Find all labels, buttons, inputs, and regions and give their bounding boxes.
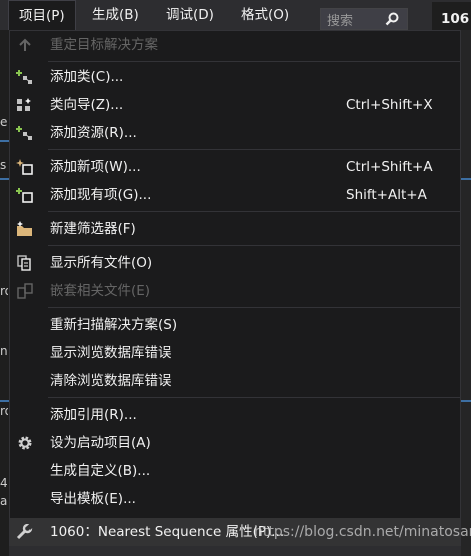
gear-icon [18,436,32,450]
menu-item-build-customization[interactable]: 生成自定义(B)... [10,457,460,485]
menu-item-retarget-solution[interactable]: 重定目标解决方案 [10,31,460,59]
menu-item-label: 显示所有文件(O) [50,255,153,271]
nest-files-icon [17,283,33,299]
menu-item-add-class[interactable]: 添加类(C)... [10,63,460,91]
menu-item-label: 1060：Nearest Sequence 属性(P)... [50,524,285,540]
menu-item-show-all-files[interactable]: 显示所有文件(O) [10,249,460,277]
menu-item-shortcut: Shift+Alt+A [346,187,427,203]
add-class-icon [16,70,32,84]
version-label: 106 [432,2,471,30]
bg-line [0,140,9,142]
bg-line [461,400,471,402]
menu-item-add-existing-item[interactable]: 添加现有项(G)... Shift+Alt+A [10,181,460,209]
menu-item-new-filter[interactable]: 新建筛选器(F) [10,215,460,243]
separator [48,211,460,212]
bg-line [0,178,9,180]
separator [48,149,460,150]
menu-item-add-new-item[interactable]: 添加新项(W)... Ctrl+Shift+A [10,153,460,181]
search-icon[interactable] [385,12,399,26]
menu-item-rescan-solution[interactable]: 重新扫描解决方案(S) [10,311,460,339]
menu-item-class-wizard[interactable]: 类向导(Z)... Ctrl+Shift+X [10,91,460,119]
search-placeholder: 搜索 [327,14,354,29]
menu-item-label: 类向导(Z)... [50,97,124,113]
menu-item-label: 新建筛选器(F) [50,221,136,237]
menu-item-label: 生成自定义(B)... [50,463,151,479]
menu-item-label: 嵌套相关文件(E) [50,283,151,299]
bg-text-fragment: ro [0,404,8,418]
menu-project[interactable]: 项目(P) [8,0,76,30]
menu-item-label: 添加现有项(G)... [50,187,152,203]
class-wizard-icon [17,98,31,111]
show-all-files-icon [17,255,31,271]
add-new-item-icon [16,159,33,175]
menu-item-label: 添加引用(R)... [50,407,137,423]
bg-line [0,400,9,402]
menu-item-label: 添加类(C)... [50,69,124,85]
add-resource-icon [16,126,32,140]
bg-line [461,178,471,180]
menu-item-export-template[interactable]: 导出模板(E)... [10,485,460,513]
bg-text-fragment: 4 [0,476,8,490]
menu-debug[interactable]: 调试(D) [156,0,224,30]
menu-item-clear-browse-db-errors[interactable]: 清除浏览数据库错误 [10,367,460,395]
menu-item-add-reference[interactable]: 添加引用(R)... [10,401,460,429]
menu-item-label: 清除浏览数据库错误 [50,373,172,389]
menu-item-shortcut: Ctrl+Shift+X [346,97,433,113]
menu-item-label: 导出模板(E)... [50,491,136,507]
menu-item-label: 重定目标解决方案 [50,37,158,53]
search-box[interactable]: 搜索 [320,8,408,30]
add-existing-item-icon [16,188,33,203]
menu-bar: 项目(P) 生成(B) 调试(D) 格式(O) 搜索 106 [0,0,471,30]
menu-item-label: 添加新项(W)... [50,159,141,175]
menu-format[interactable]: 格式(O) [231,0,299,30]
bg-text-fragment: s [0,158,7,172]
separator [48,245,460,246]
wrench-icon [16,524,34,540]
bg-text-fragment: e [0,115,8,129]
watermark-text: https://blog.csdn.net/minatosan [254,524,471,540]
new-filter-icon [17,221,32,236]
menu-item-set-startup-project[interactable]: 设为启动项目(A) [10,429,460,457]
menu-item-label: 显示浏览数据库错误 [50,345,172,361]
menu-build[interactable]: 生成(B) [82,0,149,30]
arrow-up-icon [19,38,31,51]
menu-item-label: 添加资源(R)... [50,125,137,141]
menu-item-label: 重新扫描解决方案(S) [50,317,178,333]
separator [48,397,460,398]
editor-background-right [461,30,471,556]
separator [48,61,460,62]
menu-item-label: 设为启动项目(A) [50,435,151,451]
bg-text-fragment: n [0,344,8,358]
menu-item-show-browse-db-errors[interactable]: 显示浏览数据库错误 [10,339,460,367]
menu-item-nest-related-files[interactable]: 嵌套相关文件(E) [10,277,460,305]
bg-text-fragment: ro [0,284,8,298]
menu-item-add-resource[interactable]: 添加资源(R)... [10,119,460,147]
menu-item-shortcut: Ctrl+Shift+A [346,159,433,175]
separator [48,307,460,308]
bg-text-fragment: a [0,494,8,508]
project-menu: 重定目标解决方案 添加类(C)... 类向导(Z)... Ctrl+Shift+… [9,30,461,546]
